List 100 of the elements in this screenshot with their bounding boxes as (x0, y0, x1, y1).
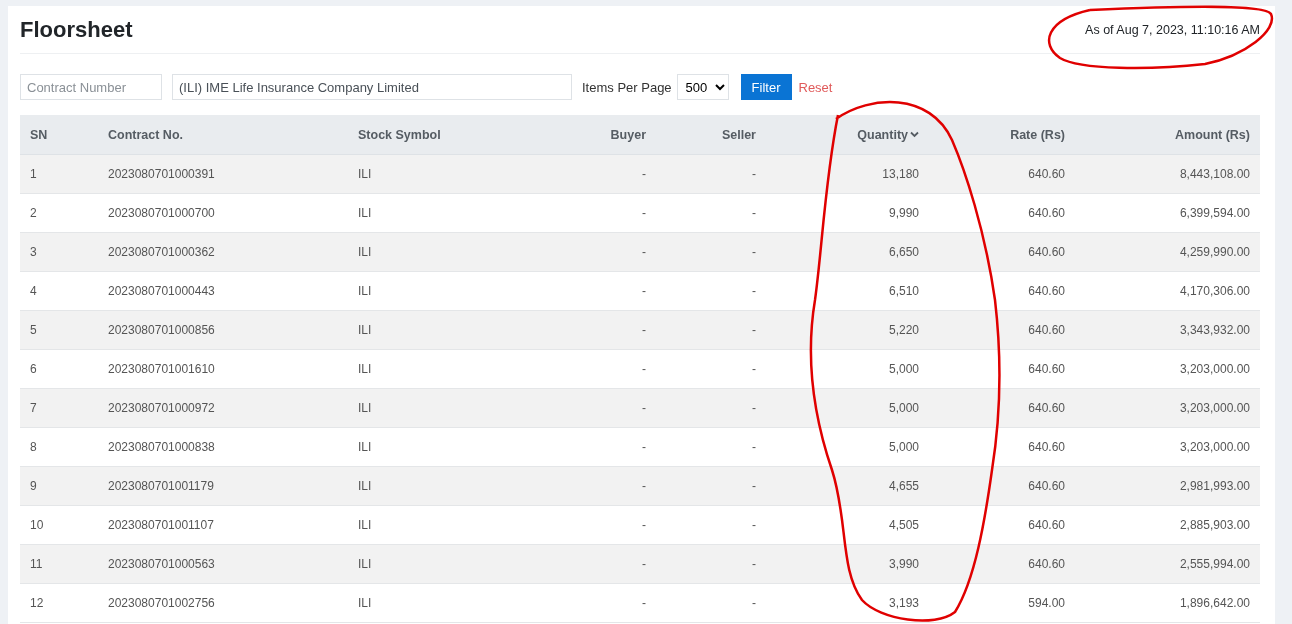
table-cell-text: ILI (357, 166, 373, 183)
items-per-page-select[interactable]: 500 (676, 74, 729, 100)
table-cell-text: 640.60 (1027, 244, 1066, 261)
table-cell-text: 2023080701000563 (107, 556, 216, 573)
table-cell-text: 1,896,642.00 (1178, 595, 1251, 612)
table-cell-text: ILI (357, 205, 373, 222)
table-cell-text: - (751, 322, 757, 339)
table-cell-text: 11 (29, 556, 44, 573)
table-cell-text: 3,193 (887, 595, 920, 612)
table-cell-text: 2,981,993.00 (1178, 478, 1251, 495)
table-cell-text: 2,555,994.00 (1178, 556, 1251, 573)
table-cell-text: - (751, 400, 757, 417)
column-header: SN (29, 126, 49, 144)
table-cell-text: 2023080701000443 (107, 283, 216, 300)
table-cell-text: - (751, 517, 757, 534)
table-cell-text: 6,399,594.00 (1178, 205, 1251, 222)
table-cell-text: 13,180 (881, 166, 920, 183)
table-cell-text: 2023080701000856 (107, 322, 216, 339)
table-cell-text: ILI (357, 556, 373, 573)
table-cell-text: 10 (29, 517, 45, 534)
table-cell-text: ILI (357, 400, 373, 417)
table-cell-text: - (641, 556, 647, 573)
table-cell-text: 640.60 (1027, 439, 1066, 456)
table-cell-text: - (641, 595, 647, 612)
table-cell-text: 5,000 (887, 361, 920, 378)
table-cell-text: 4 (29, 283, 38, 300)
table-cell-text: 2023080701001107 (107, 517, 215, 534)
table-cell-text: 2023080701002756 (107, 595, 216, 612)
column-header: Buyer (609, 126, 647, 144)
table-cell-text: 7 (29, 400, 38, 417)
table-cell-text: 2023080701001179 (107, 478, 215, 495)
table-cell-text: - (751, 556, 757, 573)
table-cell-text: 6,650 (887, 244, 920, 261)
table-cell-text: 3,343,932.00 (1178, 322, 1251, 339)
table-cell-text: 5,220 (887, 322, 920, 339)
table-cell-text: 12 (29, 595, 45, 612)
table-cell-text: 6,510 (887, 283, 920, 300)
table-cell-text: 640.60 (1027, 283, 1066, 300)
stock-field[interactable]: (ILI) IME Life Insurance Company Limited (172, 74, 572, 100)
table-cell-text: - (641, 166, 647, 183)
chevron-down-icon (910, 131, 919, 138)
contract-number-field[interactable]: Contract Number (20, 74, 162, 100)
table-cell-text: 4,505 (887, 517, 920, 534)
table-cell-text: - (641, 400, 647, 417)
table-cell-text: 2023080701000838 (107, 439, 216, 456)
table-cell-text: 8 (29, 439, 38, 456)
table-cell-text: - (751, 595, 757, 612)
table-cell-text: 640.60 (1027, 478, 1066, 495)
table-cell-text: - (641, 517, 647, 534)
table-cell-text: 5 (29, 322, 38, 339)
table-cell-text: - (751, 244, 757, 261)
column-header: Amount (Rs) (1174, 126, 1251, 144)
table-cell-text: 5,000 (887, 439, 920, 456)
table-cell-text: 2023080701000362 (107, 244, 216, 261)
table-cell-text: 2023080701001610 (107, 361, 216, 378)
table-cell-text: 3,990 (887, 556, 920, 573)
items-per-page-label: Items Per Page (582, 79, 672, 95)
table-cell-text: ILI (357, 595, 373, 612)
table-cell-text: ILI (357, 439, 373, 456)
table-cell-text: - (751, 478, 757, 495)
table-cell-text: 2023080701000972 (107, 400, 216, 417)
table-cell-text: 2023080701000391 (107, 166, 216, 183)
table-cell-text: - (751, 166, 757, 183)
page-title: Floorsheet (20, 16, 133, 43)
table-cell-text: - (641, 283, 647, 300)
table-cell-text: ILI (357, 478, 373, 495)
table-cell-text: 2 (29, 205, 38, 222)
table-cell-text: 3 (29, 244, 38, 261)
column-header: Seller (720, 126, 757, 144)
table-cell-text: 640.60 (1027, 517, 1066, 534)
table-cell-text: 4,170,306.00 (1178, 283, 1251, 300)
table-cell-text: ILI (357, 517, 373, 534)
table-cell-text: - (751, 439, 757, 456)
table-cell-text: - (641, 361, 647, 378)
table-cell-text: 640.60 (1027, 205, 1066, 222)
table-cell-text: 9,990 (887, 205, 920, 222)
table-cell-text: 5,000 (887, 400, 920, 417)
table-cell-text: ILI (357, 244, 373, 261)
table-cell-text: 2023080701000700 (107, 205, 216, 222)
table-cell-text: ILI (357, 361, 373, 378)
table-cell-text: - (641, 244, 647, 261)
table-cell-text: - (751, 283, 757, 300)
table-cell-text: 640.60 (1027, 556, 1066, 573)
table-cell-text: - (641, 439, 647, 456)
table-cell-text: 9 (29, 478, 38, 495)
table-cell-text: - (641, 205, 647, 222)
timestamp: As of Aug 7, 2023, 11:10:16 AM (1085, 22, 1260, 37)
table-cell-text: - (751, 361, 757, 378)
table-cell-text: 640.60 (1027, 361, 1066, 378)
table-cell-text: 2,885,903.00 (1178, 517, 1251, 534)
table-cell-text: 640.60 (1027, 400, 1066, 417)
table-cell-text: 640.60 (1027, 322, 1066, 339)
column-header[interactable]: Quantity (766, 115, 929, 154)
table-cell-text: 3,203,000.00 (1178, 361, 1251, 378)
filter-button[interactable]: Filter (740, 74, 792, 100)
column-header: Contract No. (107, 126, 184, 144)
column-header: Rate (Rs) (1009, 126, 1066, 144)
table-cell-text: 8,443,108.00 (1178, 166, 1251, 183)
table-cell-text: ILI (357, 322, 373, 339)
table-cell-text: 6 (29, 361, 38, 378)
